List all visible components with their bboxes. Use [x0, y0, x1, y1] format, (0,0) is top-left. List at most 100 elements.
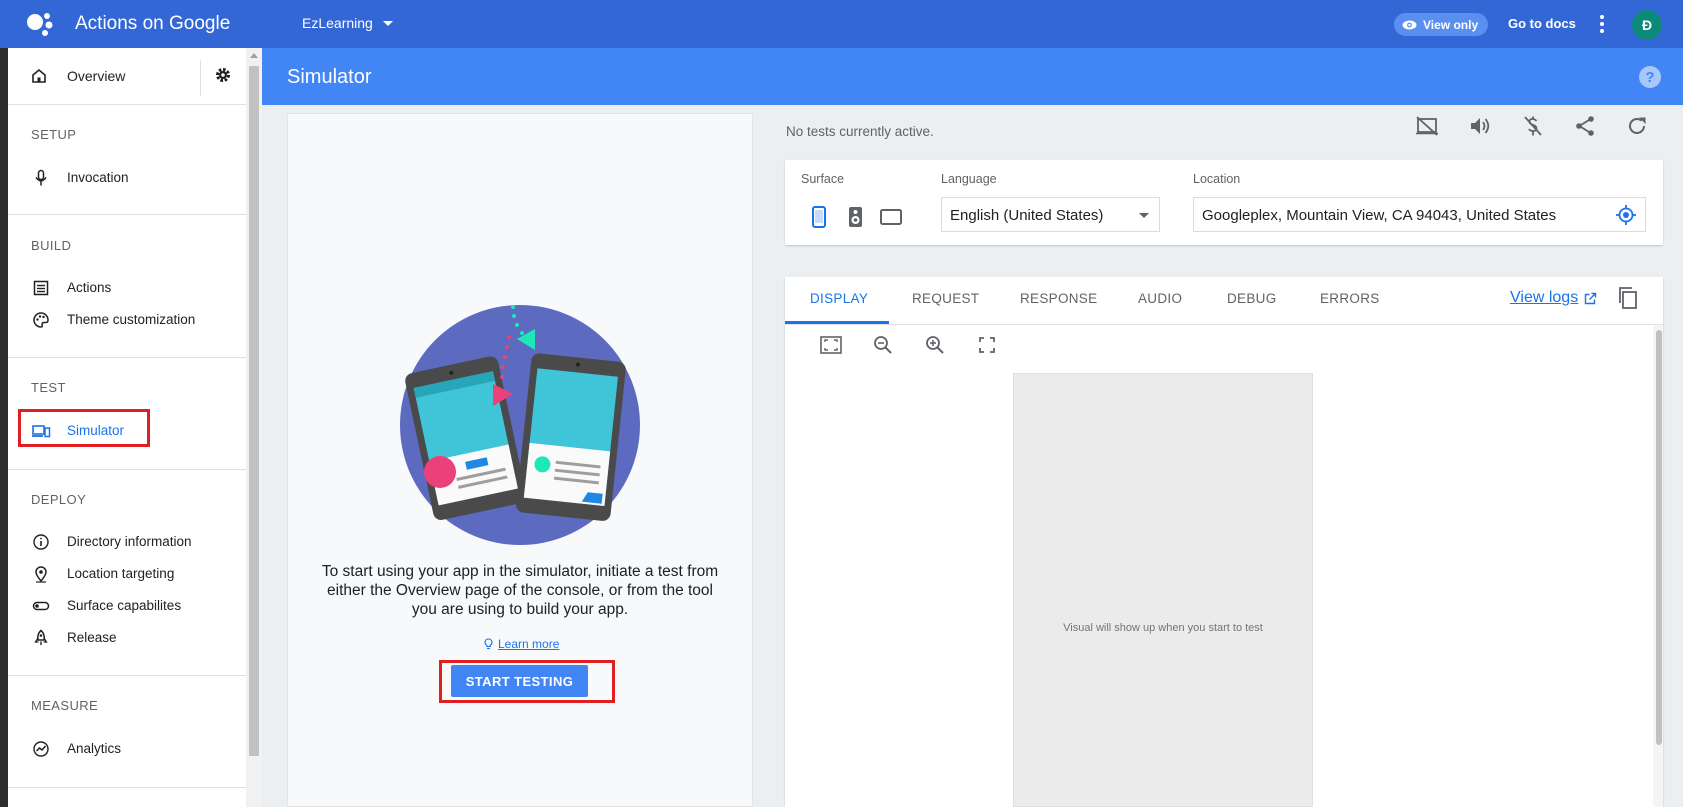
tab-response[interactable]: RESPONSE	[1020, 291, 1097, 306]
info-icon	[33, 534, 49, 550]
location-pin-icon	[35, 566, 47, 583]
page-title: Simulator	[287, 66, 372, 88]
copy-icon[interactable]	[1617, 286, 1639, 310]
view-only-badge[interactable]: View only	[1394, 13, 1489, 36]
learn-more-label: Learn more	[498, 637, 560, 651]
tab-errors[interactable]: ERRORS	[1320, 291, 1380, 306]
sidebar-item-release[interactable]: Release	[8, 624, 246, 652]
scroll-up-arrow-icon[interactable]	[250, 53, 258, 58]
surface-label: Surface	[801, 172, 845, 186]
sidebar-item-surface-capabilites[interactable]: Surface capabilites	[8, 592, 246, 620]
rocket-icon	[34, 629, 48, 645]
sidebar-scrollbar-thumb[interactable]	[249, 66, 259, 756]
language-select[interactable]: English (United States)	[941, 197, 1160, 232]
page-header	[262, 48, 1683, 105]
sidebar-item-directory-information[interactable]: Directory information	[8, 528, 246, 556]
location-label: Location	[1193, 172, 1241, 186]
help-icon[interactable]: ?	[1639, 66, 1661, 88]
status-text: No tests currently active.	[786, 124, 934, 139]
location-value: Googleplex, Mountain View, CA 94043, Uni…	[1202, 207, 1557, 224]
tab-request[interactable]: REQUEST	[912, 291, 979, 306]
chevron-down-icon	[1139, 213, 1149, 218]
divider	[8, 675, 246, 676]
section-setup: SETUP	[31, 127, 77, 142]
fit-screen-icon[interactable]	[820, 335, 842, 355]
divider	[8, 214, 246, 215]
intro-text: To start using your app in the simulator…	[321, 563, 719, 618]
section-measure: MEASURE	[31, 698, 99, 713]
sidebar-item-overview[interactable]: Overview	[8, 50, 246, 104]
chevron-down-icon	[382, 20, 393, 26]
sidebar-item-location-targeting[interactable]: Location targeting	[8, 560, 246, 588]
refresh-icon[interactable]	[1625, 114, 1649, 138]
list-icon	[33, 280, 49, 296]
display-surface-icon[interactable]	[880, 209, 902, 225]
fullscreen-icon[interactable]	[978, 336, 996, 354]
sidebar-item-label: Release	[67, 630, 117, 645]
microphone-icon	[35, 169, 47, 186]
sidebar-item-theme-customization[interactable]: Theme customization	[8, 306, 246, 334]
divider	[8, 469, 246, 470]
highlight-box	[18, 409, 150, 447]
project-selector[interactable]: EzLearning	[302, 15, 393, 31]
view-only-label: View only	[1423, 17, 1479, 32]
location-input[interactable]: Googleplex, Mountain View, CA 94043, Uni…	[1193, 197, 1646, 232]
open-in-new-icon	[1584, 292, 1597, 304]
preview-placeholder-text: Visual will show up when you start to te…	[1063, 622, 1263, 634]
panel-scrollbar-thumb[interactable]	[1656, 330, 1662, 745]
section-build: BUILD	[31, 238, 72, 253]
learn-more-link[interactable]: Learn more	[484, 637, 559, 651]
divider	[8, 787, 246, 788]
sidebar-item-label: Overview	[67, 68, 126, 84]
share-icon[interactable]	[1573, 114, 1597, 138]
divider	[8, 104, 246, 105]
gear-icon[interactable]	[214, 66, 232, 84]
sidebar-item-invocation[interactable]: Invocation	[8, 164, 246, 192]
window-edge	[0, 48, 8, 807]
toggle-icon	[32, 601, 50, 611]
avatar[interactable]: Đ	[1632, 10, 1662, 40]
money-off-icon[interactable]	[1521, 114, 1545, 138]
language-label: Language	[941, 172, 997, 186]
sidebar-item-actions[interactable]: Actions	[8, 274, 246, 302]
volume-icon[interactable]	[1468, 114, 1492, 138]
speaker-surface-icon[interactable]	[848, 206, 863, 228]
app-title: Actions on Google	[75, 13, 231, 34]
sidebar-item-label: Location targeting	[67, 566, 175, 581]
language-value: English (United States)	[950, 207, 1104, 224]
project-name: EzLearning	[302, 15, 373, 31]
google-assistant-logo-icon[interactable]	[26, 12, 56, 38]
more-vert-icon[interactable]	[1596, 14, 1608, 34]
palette-icon	[33, 312, 49, 328]
zoom-out-icon[interactable]	[873, 335, 893, 355]
sidebar-item-label: Directory information	[67, 534, 192, 549]
go-to-docs-link[interactable]: Go to docs	[1508, 16, 1576, 31]
zoom-in-icon[interactable]	[925, 335, 945, 355]
sidebar-item-label: Surface capabilites	[67, 598, 182, 613]
device-preview	[1013, 373, 1313, 807]
eye-icon	[1402, 20, 1417, 29]
analytics-icon	[33, 741, 49, 757]
home-icon	[32, 68, 46, 83]
view-logs-link[interactable]: View logs	[1510, 289, 1597, 307]
tab-audio[interactable]: AUDIO	[1138, 291, 1182, 306]
sidebar-item-label: Analytics	[67, 741, 122, 756]
tab-display[interactable]: DISPLAY	[810, 291, 868, 306]
sidebar-item-label: Invocation	[67, 170, 129, 185]
phone-surface-icon[interactable]	[812, 206, 826, 228]
view-logs-label: View logs	[1510, 289, 1579, 306]
my-location-icon[interactable]	[1615, 204, 1637, 226]
lightbulb-icon	[484, 638, 493, 650]
section-test: TEST	[31, 380, 66, 395]
section-deploy: DEPLOY	[31, 492, 87, 507]
simulator-illustration	[400, 305, 640, 545]
highlight-box	[439, 660, 615, 703]
cast-off-icon[interactable]	[1415, 114, 1439, 138]
divider	[785, 324, 1663, 325]
sidebar-item-label: Theme customization	[67, 312, 196, 327]
divider	[200, 60, 201, 96]
divider	[8, 357, 246, 358]
sidebar-item-analytics[interactable]: Analytics	[8, 735, 246, 763]
sidebar-item-label: Actions	[67, 280, 112, 295]
tab-debug[interactable]: DEBUG	[1227, 291, 1277, 306]
